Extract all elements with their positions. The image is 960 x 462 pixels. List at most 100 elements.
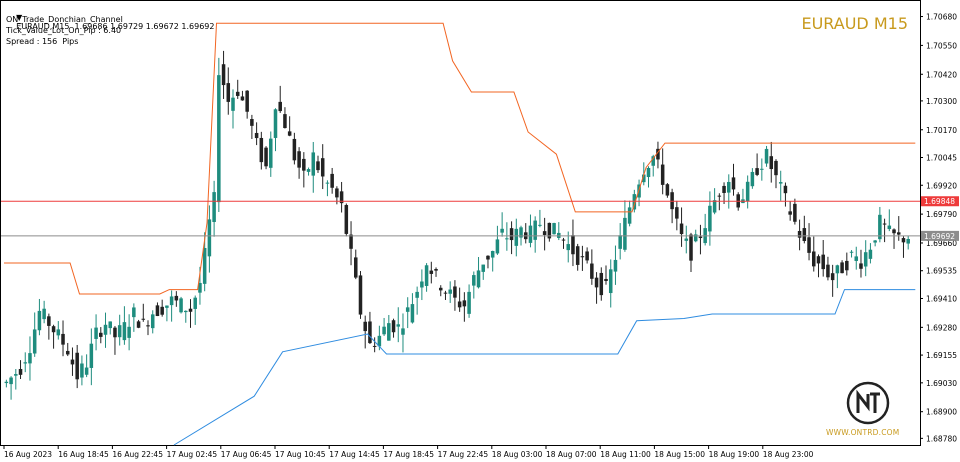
candle-body	[802, 228, 807, 242]
candle-body	[608, 269, 613, 294]
candle-body	[108, 321, 112, 329]
candle-body	[70, 359, 75, 365]
candle-body	[89, 343, 94, 368]
candle-body	[368, 321, 372, 344]
candle-body	[873, 240, 877, 243]
candle-body	[627, 207, 632, 224]
candle-body	[316, 161, 320, 171]
candle-body	[453, 286, 457, 298]
candle-body	[358, 275, 363, 315]
candle-body	[476, 270, 481, 288]
price-chart[interactable]: 1.70680 1.70550 1.70420 1.70300 1.70170 1.700…	[0, 0, 960, 462]
candle-body	[113, 327, 117, 338]
price-tick-label: 1.68780	[926, 434, 957, 443]
candle-body	[712, 200, 717, 213]
candle-body	[387, 323, 391, 341]
candle-body	[778, 182, 783, 184]
candle-body	[150, 314, 155, 329]
candle-body	[18, 368, 23, 375]
candle-body	[245, 90, 249, 112]
candle-body	[4, 381, 9, 384]
price-tick-label: 1.69030	[926, 379, 957, 388]
candle-body	[61, 333, 65, 345]
candle-body	[217, 75, 221, 203]
candle-body	[424, 265, 429, 286]
candle-body	[283, 114, 287, 129]
candle-body	[302, 158, 306, 171]
candle-body	[32, 329, 37, 354]
candle-body	[415, 291, 419, 298]
candle-body	[783, 185, 788, 194]
candle-body	[28, 353, 32, 364]
lower-band-line	[173, 289, 916, 446]
candle-body	[287, 131, 292, 136]
candle-body	[184, 310, 188, 313]
candle-body	[665, 184, 670, 196]
candle-body	[226, 83, 231, 102]
candle-body	[580, 256, 585, 258]
candle-body	[136, 321, 141, 328]
candle-body	[335, 188, 339, 198]
time-tick-label: 18 Aug 19:00	[709, 450, 760, 459]
candle-body	[42, 308, 46, 320]
time-tick-label: 16 Aug 18:45	[58, 450, 109, 459]
candle-body	[438, 287, 443, 291]
candle-body	[840, 262, 844, 274]
candle-body	[731, 177, 736, 190]
candle-body	[500, 228, 504, 233]
candle-body	[859, 263, 863, 269]
candle-body	[490, 250, 495, 258]
candle-body	[122, 322, 127, 341]
time-tick-label: 17 Aug 02:45	[167, 450, 218, 459]
price-tick-label: 1.70550	[926, 41, 957, 50]
ontrd-logo-icon	[846, 381, 890, 425]
candle-body	[396, 324, 401, 327]
candle-body	[391, 320, 396, 333]
time-tick-label: 18 Aug 23:00	[763, 450, 814, 459]
candle-body	[774, 160, 778, 176]
candle-body	[613, 259, 618, 272]
candle-body	[793, 203, 797, 222]
price-tick-label: 1.70045	[926, 154, 957, 163]
candle-body	[9, 377, 13, 385]
candle-body	[575, 246, 580, 265]
candle-body	[708, 205, 712, 232]
candle-body	[538, 224, 542, 226]
candle-body	[509, 228, 514, 241]
chart-area[interactable]: 1.70680 1.70550 1.70420 1.70300 1.70170 1.700…	[0, 0, 960, 462]
candle-body	[51, 326, 56, 333]
candle-body	[410, 304, 415, 323]
candle-body	[698, 236, 703, 239]
candle-body	[826, 264, 830, 278]
candle-body	[188, 308, 193, 312]
time-tick-label: 16 Aug 22:45	[112, 450, 163, 459]
candle-body	[646, 167, 651, 178]
candle-body	[807, 237, 811, 253]
candle-body	[585, 251, 589, 261]
candle-body	[179, 298, 183, 313]
candle-body	[722, 185, 726, 193]
candle-body	[349, 234, 353, 249]
candle-body	[623, 217, 627, 250]
candle-body	[467, 291, 471, 314]
candle-body	[812, 251, 816, 267]
candle-body	[764, 148, 769, 164]
candle-body	[830, 273, 835, 281]
candle-body	[434, 268, 438, 271]
candle-body	[103, 324, 108, 335]
candle-body	[604, 278, 608, 281]
candle-body	[259, 137, 264, 163]
candle-body	[552, 223, 556, 235]
logo-text: WWW.ONTRD.COM	[826, 428, 900, 437]
candle-body	[901, 238, 906, 243]
candle-body	[835, 265, 840, 274]
candle-body	[231, 97, 235, 111]
candle-body	[457, 301, 462, 308]
candle-body	[788, 211, 792, 215]
spread-info: Spread : 156 Pips	[6, 37, 79, 46]
candle-body	[84, 367, 89, 375]
candle-body	[561, 239, 566, 241]
candle-body	[755, 168, 759, 175]
price-tag-label: 1.69692	[924, 232, 955, 241]
candle-body	[533, 220, 537, 240]
